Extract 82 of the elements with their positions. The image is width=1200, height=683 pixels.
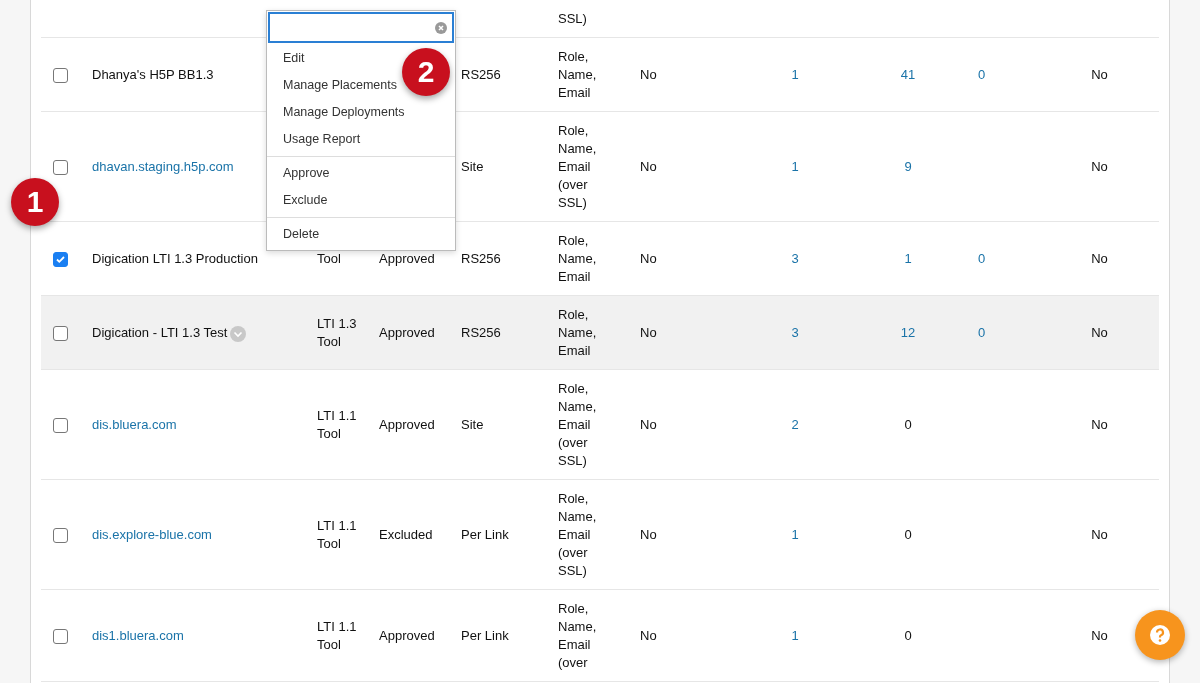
table-cell: Approved (379, 325, 435, 340)
table-link[interactable]: 0 (978, 251, 986, 266)
table-cell: LTI 1.1 Tool (317, 408, 357, 441)
table-cell: LTI 1.3 Tool (317, 316, 357, 349)
table-cell: RS256 (461, 251, 501, 266)
table-cell: RS256 (461, 325, 501, 340)
table-link[interactable]: 41 (900, 67, 916, 82)
table-link[interactable]: 9 (904, 159, 912, 174)
table-cell: No (1091, 527, 1108, 542)
table-cell: No (1091, 159, 1108, 174)
table-cell: LTI 1.1 Tool (317, 619, 357, 652)
table-cell: Role, Name, Email (over SSL) (558, 123, 597, 210)
menu-item[interactable]: Edit (267, 45, 307, 72)
table-link[interactable]: 1 (791, 159, 799, 174)
step-badge: 1 (11, 178, 59, 226)
table-link[interactable]: dis1.bluera.com (92, 628, 184, 643)
table-cell: Per Link (461, 628, 509, 643)
table-cell: Excluded (379, 527, 433, 542)
check-icon (55, 254, 66, 266)
table-cell: Role, Name, Email (558, 307, 597, 358)
table-cell: 0 (904, 628, 912, 643)
table-cell: No (640, 417, 657, 432)
table-link[interactable]: 1 (791, 67, 799, 82)
table-link[interactable]: dis.explore-blue.com (92, 527, 212, 542)
table-link[interactable]: dhavan.staging.h5p.com (92, 159, 234, 174)
checkbox[interactable] (53, 68, 68, 84)
table-cell: No (1091, 67, 1108, 82)
table-cell: No (640, 251, 657, 266)
table-cell: No (640, 628, 657, 643)
table-cell: Approved (379, 628, 435, 643)
table-cell: SSL) (558, 11, 587, 26)
menu-item[interactable]: Manage Placements (267, 72, 399, 99)
menu-item[interactable]: Exclude (267, 187, 330, 214)
table-cell: No (640, 527, 657, 542)
table-cell: Site (461, 417, 484, 432)
table-link[interactable]: 3 (791, 251, 799, 266)
table-cell: Site (461, 159, 484, 174)
table-cell: 0 (904, 417, 912, 432)
menu-item[interactable]: Approve (267, 160, 332, 187)
search-field[interactable] (268, 12, 454, 43)
help-icon (1149, 624, 1171, 646)
table-cell: No (640, 159, 657, 174)
table-cell: Role, Name, Email (558, 233, 597, 284)
table-cell: No (1091, 251, 1108, 266)
menu-item[interactable]: Delete (267, 221, 322, 248)
table-cell: No (640, 325, 657, 340)
table-cell: 0 (904, 527, 912, 542)
table-cell: Digication - LTI 1.3 Test (92, 325, 228, 340)
table-link[interactable]: 1 (791, 527, 799, 542)
table-cell: Approved (379, 417, 435, 432)
checkbox[interactable] (53, 252, 68, 268)
table-link[interactable]: 0 (978, 325, 986, 340)
table-cell: Dhanya's H5P BB1.3 (92, 67, 214, 82)
table-cell: Per Link (461, 527, 509, 542)
table-cell: No (1091, 417, 1108, 432)
table-cell: No (1091, 628, 1108, 643)
table-link[interactable]: 0 (978, 67, 986, 82)
checkbox[interactable] (53, 326, 68, 342)
table-cell: LTI 1.1 Tool (317, 518, 357, 551)
table-link[interactable]: 12 (900, 325, 916, 340)
table-cell: Tool (317, 251, 341, 266)
table-cell: Approved (379, 251, 435, 266)
table-link[interactable]: 2 (791, 417, 799, 432)
table-cell: No (640, 67, 657, 82)
table-cell: Role, Name, Email (over (558, 601, 597, 670)
checkbox[interactable] (53, 528, 68, 544)
checkbox[interactable] (53, 629, 68, 645)
table-cell: Role, Name, Email (over SSL) (558, 381, 597, 468)
table-cell: Role, Name, Email (558, 49, 597, 100)
checkbox[interactable] (53, 160, 68, 176)
table-cell: Role, Name, Email (over SSL) (558, 491, 597, 578)
table-cell: RS256 (461, 67, 501, 82)
menu-item[interactable]: Manage Deployments (267, 99, 407, 126)
table-link[interactable]: 3 (791, 325, 799, 340)
table-cell: No (1091, 325, 1108, 340)
menu-item[interactable]: Usage Report (267, 126, 363, 153)
checkbox[interactable] (53, 418, 68, 434)
table-cell: Digication LTI 1.3 Production (92, 251, 258, 266)
clear-icon[interactable] (435, 21, 447, 34)
table-link[interactable]: 1 (791, 628, 799, 643)
table-link[interactable]: 1 (904, 251, 912, 266)
table-link[interactable]: dis.bluera.com (92, 417, 177, 432)
